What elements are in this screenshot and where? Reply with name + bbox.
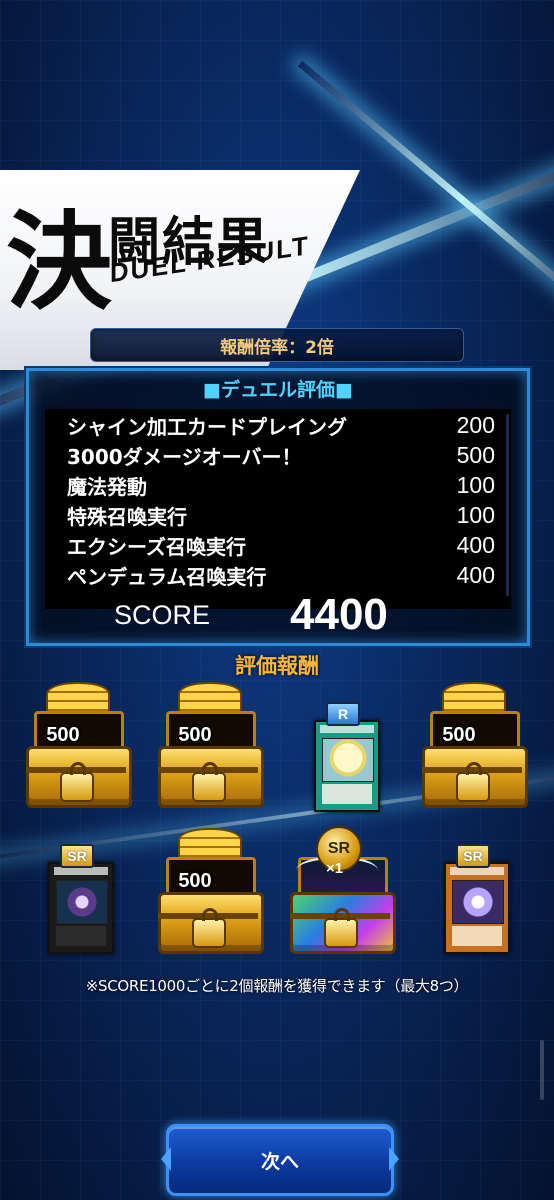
rarity-badge: R — [326, 702, 360, 726]
reward-gem-chest[interactable]: 500 — [18, 680, 138, 820]
item-label: 魔法発動 — [67, 474, 147, 499]
item-label: エクシーズ召喚実行 — [67, 534, 246, 559]
reward-quantity: 500 — [46, 724, 80, 746]
reward-quantity: ×1 — [326, 860, 344, 877]
score-value: 4400 — [290, 590, 388, 639]
item-label: ペンデュラム召喚実行 — [67, 564, 267, 589]
item-points: 400 — [456, 561, 495, 588]
lock-icon — [192, 908, 226, 948]
reward-title: 評価報酬 — [235, 654, 319, 678]
lock-icon — [60, 762, 94, 802]
reward-multiplier: 報酬倍率：2倍 — [90, 328, 464, 362]
score-label: SCORE — [114, 600, 211, 630]
reward-card[interactable]: SR — [18, 844, 138, 992]
item-points: 100 — [456, 501, 495, 528]
evaluation-title: ■デュエル評価■ — [203, 379, 353, 401]
list-item: ペンデュラム召喚実行 400 — [45, 561, 511, 589]
reward-gem-chest[interactable]: 500 — [150, 680, 270, 820]
list-item: エクシーズ召喚実行 400 — [45, 531, 511, 559]
rarity-badge: SR — [60, 844, 94, 868]
rarity-badge: SR — [456, 844, 490, 868]
reward-quantity: 500 — [442, 724, 476, 746]
duel-result-screen: 決闘結果 DUEL RESULT 報酬倍率：2倍 ■デュエル評価■ シャイン加工… — [0, 0, 554, 1200]
list-item: 魔法発動 100 — [45, 471, 511, 499]
reward-card[interactable]: SR — [414, 844, 534, 992]
reward-gem-chest[interactable]: 500 — [414, 680, 534, 820]
spell-card-icon — [314, 720, 380, 812]
title-kanji-big: 決 — [6, 199, 112, 324]
item-points: 100 — [456, 471, 495, 498]
lock-icon — [456, 762, 490, 802]
item-points: 200 — [456, 411, 495, 438]
reward-quantity: 500 — [178, 870, 212, 892]
effect-card-icon — [444, 862, 510, 954]
list-item: 特殊召喚実行 100 — [45, 501, 511, 529]
evaluation-list[interactable]: シャイン加工カードプレイング 200 3000ダメージオーバー！ 500 魔法発… — [45, 409, 511, 609]
reward-quantity: 500 — [178, 724, 212, 746]
xyz-card-icon — [48, 862, 114, 954]
reward-gem-chest[interactable]: 500 — [150, 826, 270, 966]
page-scrollbar[interactable] — [540, 1040, 544, 1100]
item-points: 400 — [456, 531, 495, 558]
next-button[interactable]: 次へ — [166, 1124, 394, 1196]
item-label: 3000ダメージオーバー！ — [67, 444, 302, 469]
list-item: 3000ダメージオーバー！ 500 — [45, 441, 511, 469]
reward-note: ※SCORE1000ごとに2個報酬を獲得できます（最大8つ） — [85, 977, 469, 995]
evaluation-panel: ■デュエル評価■ シャイン加工カードプレイング 200 3000ダメージオーバー… — [26, 368, 530, 646]
list-scrollbar[interactable] — [506, 414, 509, 596]
list-item: シャイン加工カードプレイング 200 — [45, 411, 511, 439]
lock-icon — [324, 908, 358, 948]
item-points: 500 — [456, 441, 495, 468]
item-label: 特殊召喚実行 — [67, 504, 187, 529]
item-label: シャイン加工カードプレイング — [67, 414, 347, 439]
reward-sr-ticket-chest[interactable]: SR ×1 — [282, 826, 402, 966]
lock-icon — [192, 762, 226, 802]
